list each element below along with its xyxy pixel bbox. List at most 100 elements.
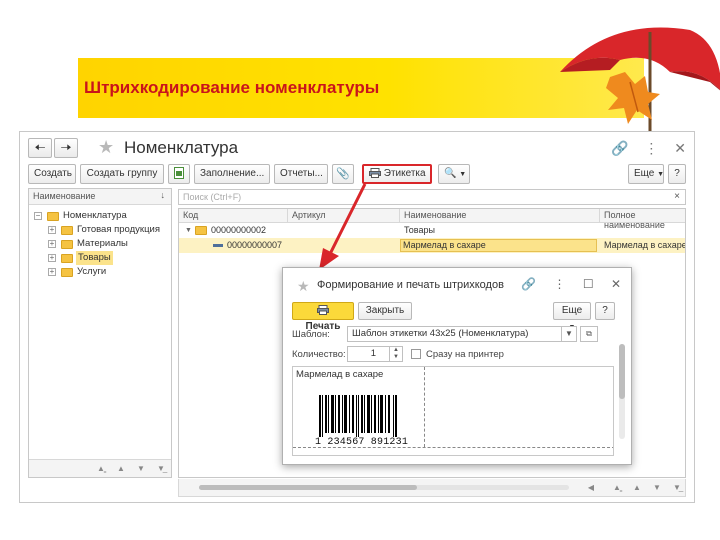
scroll-first-icon[interactable]: ▲̳ xyxy=(609,482,625,494)
close-icon[interactable]: ✕ xyxy=(611,277,621,291)
folder-icon xyxy=(61,268,73,277)
reports-button[interactable]: Отчеты... xyxy=(274,164,328,184)
more-label: Еще xyxy=(634,168,655,179)
tree-item[interactable]: + Готовая продукция xyxy=(29,223,171,237)
direct-print-checkbox[interactable] xyxy=(411,349,421,359)
barcode-number: 1 234567 891231 xyxy=(315,437,409,448)
printer-icon xyxy=(369,168,381,179)
maximize-icon[interactable]: ☐ xyxy=(583,277,594,291)
cell-code: 00000000002 xyxy=(211,225,267,235)
favorite-star-icon[interactable]: ★ xyxy=(98,137,114,158)
quantity-input[interactable]: 1 xyxy=(347,346,391,362)
print-button[interactable]: Печать xyxy=(292,302,354,332)
chevron-down-icon: ▼ xyxy=(657,171,665,178)
paperclip-icon: 📎 xyxy=(336,168,350,180)
expand-icon[interactable]: + xyxy=(48,268,56,276)
more-button[interactable]: Еще ▼ xyxy=(628,164,664,184)
clear-search-icon[interactable]: × xyxy=(674,191,680,202)
tree-item-label: Материалы xyxy=(77,238,128,249)
link-icon[interactable]: 🔗 xyxy=(611,140,628,156)
cell-name: Мармелад в сахаре xyxy=(400,239,597,252)
search-dropdown-button[interactable]: 🔍 ▼ xyxy=(438,164,470,184)
tree-footer: ▲̳ ▲ ▼ ▼̲ xyxy=(29,459,171,477)
collapse-icon[interactable]: − xyxy=(34,212,42,220)
horizontal-scrollbar[interactable] xyxy=(199,485,569,490)
favorite-star-icon[interactable]: ★ xyxy=(297,278,310,295)
scroll-up-icon[interactable]: ▲ xyxy=(113,463,129,475)
arrow-left-icon: 🠠 xyxy=(34,140,46,155)
close-button[interactable]: Закрыть xyxy=(358,302,412,320)
scroll-last-icon[interactable]: ▼̲ xyxy=(153,463,169,475)
sort-icon[interactable]: ↓ xyxy=(161,190,166,200)
attach-button[interactable]: 📎 xyxy=(332,164,354,184)
dialog-controls: 🔗 ⋮ ☐ ✕ xyxy=(507,277,621,291)
tree-item-label: Услуги xyxy=(77,266,107,277)
barcode-image xyxy=(319,395,397,437)
expand-arrow-icon[interactable]: ▼ xyxy=(185,223,192,238)
quantity-label: Количество: xyxy=(292,349,346,360)
template-value: Шаблон этикетки 43x25 (Номенклатура) xyxy=(352,328,529,339)
tree-item-selected[interactable]: + Товары xyxy=(29,251,171,265)
scroll-down-icon[interactable]: ▼ xyxy=(133,463,149,475)
scroll-down-icon[interactable]: ▼ xyxy=(649,482,665,494)
column-header-code[interactable]: Код xyxy=(183,210,198,220)
expand-icon[interactable]: + xyxy=(48,226,56,234)
chevron-down-icon: ▼ xyxy=(459,171,467,178)
back-button[interactable]: 🠠 xyxy=(28,138,52,158)
cell-full-name: Мармелад в сахаре xyxy=(604,240,686,250)
scroll-up-icon[interactable]: ▲ xyxy=(629,482,645,494)
window-title: Номенклатура xyxy=(124,138,239,157)
link-icon[interactable]: 🔗 xyxy=(521,277,536,291)
tree-item[interactable]: + Услуги xyxy=(29,265,171,279)
template-select[interactable]: Шаблон этикетки 43x25 (Номенклатура) xyxy=(347,326,577,342)
scroll-left-icon[interactable]: ◀ xyxy=(583,482,599,494)
dialog-more-button[interactable]: Еще ▼ xyxy=(553,302,591,331)
close-icon[interactable]: ✕ xyxy=(674,140,686,156)
group-tree: Наименование ↓ − Номенклатура + Готовая … xyxy=(28,188,172,478)
umbrella-leaf-decoration xyxy=(560,27,720,132)
label-preview: Мармелад в сахаре 1 234567 891231 xyxy=(292,366,614,456)
window-header: 🠠 🠢 ★ Номенклатура 🔗 ⋮ ✕ xyxy=(28,137,686,160)
search-placeholder: Поиск (Ctrl+F) xyxy=(183,192,242,202)
more-vertical-icon[interactable]: ⋮ xyxy=(553,277,565,291)
page-divider-vertical xyxy=(424,367,425,447)
forward-button[interactable]: 🠢 xyxy=(54,138,78,158)
tree-item-label: Товары xyxy=(76,251,113,265)
create-group-button[interactable]: Создать группу xyxy=(80,164,164,184)
preview-vertical-scrollbar[interactable] xyxy=(619,344,625,439)
label-print-label: Этикетка xyxy=(383,168,426,179)
cell-code: 00000000007 xyxy=(227,240,283,250)
scroll-first-icon[interactable]: ▲̳ xyxy=(93,463,109,475)
scroll-last-icon[interactable]: ▼̲ xyxy=(669,482,685,494)
direct-print-label: Сразу на принтер xyxy=(426,349,504,360)
table-footer: ◀ ▲̳ ▲ ▼ ▼̲ xyxy=(178,479,686,497)
printer-icon xyxy=(317,305,329,316)
open-template-icon[interactable]: ⧉ xyxy=(580,326,598,342)
slide: Штрихкодирование номенклатуры 🠠 🠢 ★ Номе… xyxy=(0,0,720,540)
quantity-stepper[interactable]: ▲ ▼ xyxy=(389,346,403,362)
barcode-print-dialog: ★ Формирование и печать штрихкодов 🔗 ⋮ ☐… xyxy=(282,267,632,465)
help-button[interactable]: ? xyxy=(668,164,686,184)
create-button[interactable]: Создать xyxy=(28,164,76,184)
folder-icon xyxy=(47,212,59,221)
table-row-selected[interactable]: 00000000007 Мармелад в сахаре Мармелад в… xyxy=(179,238,685,253)
tree-item[interactable]: + Материалы xyxy=(29,237,171,251)
label-print-button[interactable]: Этикетка xyxy=(362,164,432,184)
column-header-name[interactable]: Наименование xyxy=(404,210,466,220)
more-vertical-icon[interactable]: ⋮ xyxy=(644,140,658,156)
fill-button[interactable]: Заполнение... xyxy=(194,164,270,184)
expand-icon[interactable]: + xyxy=(48,240,56,248)
template-dropdown-icon[interactable]: ▼ xyxy=(561,326,577,342)
search-input[interactable]: Поиск (Ctrl+F) × xyxy=(178,189,686,205)
window-controls: 🔗 ⋮ ✕ xyxy=(599,140,686,157)
table-row[interactable]: ▼ 00000000002 Товары xyxy=(179,223,685,238)
dialog-help-button[interactable]: ? xyxy=(595,302,615,320)
arrow-right-icon: 🠢 xyxy=(60,140,72,155)
excel-import-button[interactable] xyxy=(168,164,190,184)
item-icon xyxy=(213,244,223,247)
expand-icon[interactable]: + xyxy=(48,254,56,262)
template-label: Шаблон: xyxy=(292,329,330,340)
tree-item[interactable]: − Номенклатура xyxy=(29,209,171,223)
folder-icon xyxy=(61,254,73,263)
callout-arrow xyxy=(319,183,367,270)
